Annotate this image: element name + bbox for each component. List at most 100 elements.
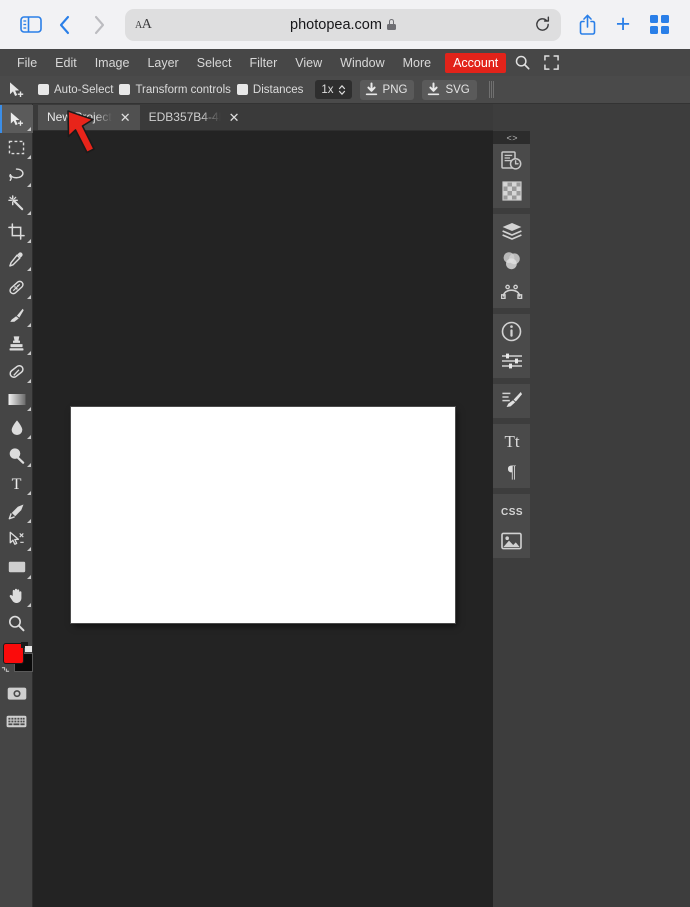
export-png-button[interactable]: PNG [359, 79, 415, 100]
search-button[interactable] [509, 52, 535, 74]
paths-panel-button[interactable] [493, 276, 530, 306]
color-swatches[interactable] [0, 641, 33, 675]
channels-panel-button[interactable] [493, 246, 530, 276]
rectangle-icon [8, 561, 25, 573]
tabs-overview-button[interactable] [642, 8, 676, 42]
tool-submenu-corner [27, 547, 31, 551]
zoom-tool[interactable] [0, 609, 33, 637]
hand-tool[interactable] [0, 581, 33, 609]
camera-icon [7, 687, 26, 700]
move-tool[interactable] [0, 105, 33, 133]
share-button[interactable] [570, 8, 604, 42]
menu-filter[interactable]: Filter [240, 52, 286, 74]
swatches-panel-button[interactable] [493, 176, 530, 206]
brush-tool[interactable] [0, 301, 33, 329]
zoom-value: 1x [321, 83, 334, 96]
menu-edit[interactable]: Edit [46, 52, 86, 74]
checkbox-box [38, 84, 49, 95]
paragraph-panel-button[interactable]: ¶ [493, 456, 530, 486]
screenshot-button[interactable] [0, 679, 33, 707]
character-panel-button[interactable]: Tt [493, 426, 530, 456]
auto-select-checkbox[interactable]: Auto-Select [38, 84, 113, 96]
address-bar[interactable]: AA photopea.com [125, 8, 561, 41]
layers-panel-button[interactable] [493, 216, 530, 246]
css-panel-button[interactable]: CSS [493, 496, 530, 526]
tab-label: EDB357B4-4B2 [148, 110, 221, 124]
distances-label: Distances [252, 83, 304, 96]
menu-layer[interactable]: Layer [138, 52, 187, 74]
rectangular-marquee-tool[interactable] [0, 133, 33, 161]
plus-icon: + [615, 10, 631, 38]
document-tab-edb357b4[interactable]: EDB357B4-4B2 ✕ [140, 105, 249, 130]
image-panel-button[interactable] [493, 526, 530, 556]
new-tab-button[interactable]: + [606, 8, 640, 42]
fullscreen-icon [543, 55, 559, 70]
panel-group-6: CSS [493, 494, 530, 558]
info-panel-button[interactable] [493, 316, 530, 346]
active-tool-button[interactable] [0, 76, 32, 104]
gradient-tool[interactable] [0, 385, 33, 413]
keyboard-button[interactable] [0, 707, 33, 735]
menu-select[interactable]: Select [188, 52, 241, 74]
eyedropper-icon [9, 251, 23, 267]
drag-grip-icon[interactable] [488, 81, 494, 98]
lasso-tool[interactable] [0, 161, 33, 189]
blur-tool[interactable] [0, 413, 33, 441]
checkbox-box [236, 84, 248, 95]
code-panel-button[interactable]: < > [493, 131, 530, 144]
options-bar: Auto-Select Transform controls Distances… [0, 76, 690, 104]
path-selection-tool[interactable] [0, 525, 33, 553]
spot-healing-tool[interactable] [0, 273, 33, 301]
clone-stamp-tool[interactable] [0, 329, 33, 357]
move-tool-icon [10, 111, 24, 126]
close-icon[interactable]: ✕ [229, 111, 240, 124]
brush-panel-button[interactable] [493, 386, 530, 416]
dodge-icon [9, 447, 25, 464]
eyedropper-tool[interactable] [0, 245, 33, 273]
panel-rail-top-filler [493, 104, 690, 131]
export-svg-button[interactable]: SVG [422, 79, 477, 100]
default-colors-icon[interactable] [21, 642, 32, 652]
document-canvas[interactable] [71, 407, 455, 623]
fullscreen-button[interactable] [538, 52, 564, 74]
tool-submenu-corner [27, 603, 31, 607]
document-tab-new-project[interactable]: New Project ✕ [38, 104, 140, 130]
menu-window[interactable]: Window [331, 52, 393, 74]
search-icon [515, 55, 530, 70]
crop-tool[interactable] [0, 217, 33, 245]
close-icon[interactable]: ✕ [120, 111, 131, 124]
properties-panel-button[interactable] [493, 346, 530, 376]
back-button[interactable] [48, 8, 82, 42]
zoom-select[interactable]: 1x [315, 80, 352, 99]
tab-label: New Project [47, 110, 112, 124]
rectangle-shape-tool[interactable] [0, 553, 33, 581]
reset-colors-icon[interactable] [1, 665, 10, 674]
checkbox-box [119, 84, 131, 95]
gradient-icon [8, 393, 25, 405]
type-tool[interactable]: T [0, 469, 33, 497]
magic-wand-tool[interactable] [0, 189, 33, 217]
paintbrush-icon [10, 308, 24, 322]
history-panel-button[interactable] [493, 146, 530, 176]
eraser-tool[interactable] [0, 357, 33, 385]
text-size-button[interactable]: AA [135, 17, 152, 33]
menu-view[interactable]: View [286, 52, 331, 74]
transform-controls-checkbox[interactable]: Transform controls [119, 84, 231, 96]
menu-file[interactable]: File [8, 52, 46, 74]
tool-submenu-corner [27, 155, 31, 159]
sidebar-toggle-button[interactable] [14, 8, 48, 42]
pen-tool[interactable] [0, 497, 33, 525]
reload-button[interactable] [534, 16, 551, 33]
menu-image[interactable]: Image [86, 52, 139, 74]
menu-bar: File Edit Image Layer Select Filter View… [0, 49, 690, 76]
account-button[interactable]: Account [445, 52, 507, 73]
water-drop-icon [11, 419, 22, 435]
picture-icon [501, 532, 522, 550]
dodge-tool[interactable] [0, 441, 33, 469]
forward-button[interactable] [82, 8, 116, 42]
svg-text:CSS: CSS [500, 507, 522, 518]
distances-checkbox[interactable]: Distances [236, 83, 304, 96]
stepper-arrows-icon [338, 84, 345, 95]
canvas-area[interactable] [33, 131, 493, 907]
menu-more[interactable]: More [394, 52, 440, 74]
